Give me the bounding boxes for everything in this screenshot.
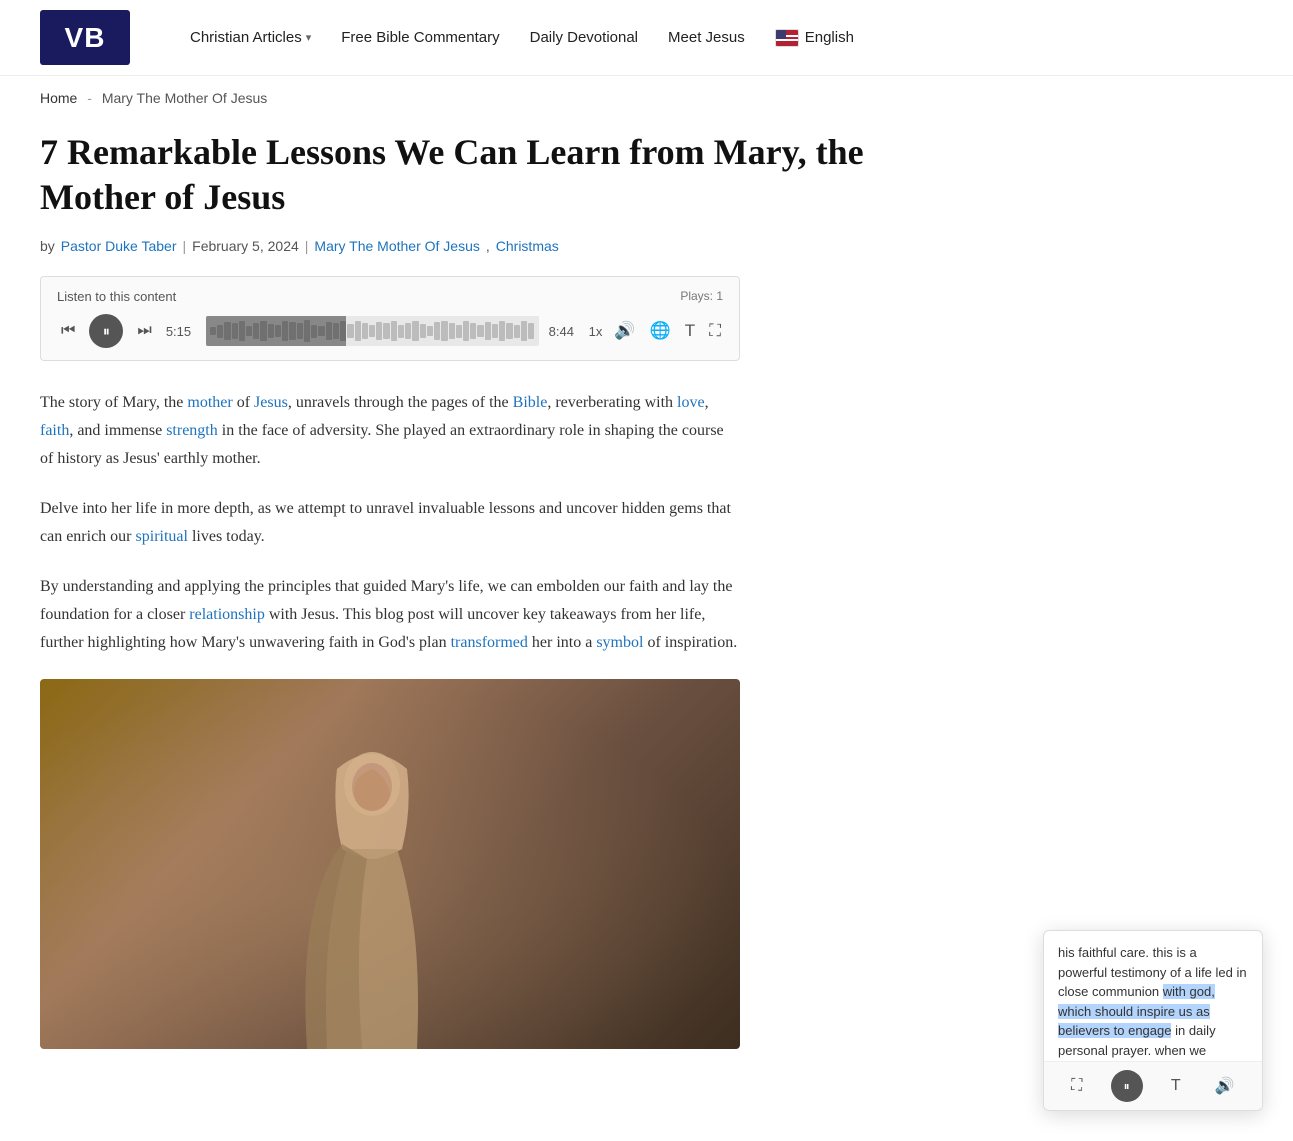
link-jesus[interactable]: Jesus [254,394,288,411]
popup-text-before: his faithful care. this is a powerful te… [1058,945,1247,999]
link-faith[interactable]: faith [40,422,69,439]
nav-label: Daily Devotional [530,29,638,46]
link-love[interactable]: love [677,394,705,411]
article-date: February 5, 2024 [192,238,299,254]
nav-links: Christian Articles ▾ Free Bible Commenta… [190,29,1253,47]
audio-player: Listen to this content ⏮ ⏸ ⏭ 5:15 8:44 1… [40,276,740,361]
popup-text: his faithful care. this is a powerful te… [1044,931,1262,1061]
breadcrumb-current: Mary The Mother Of Jesus [102,90,267,106]
breadcrumb: Home - Mary The Mother Of Jesus [0,76,1293,120]
figure-silhouette [282,729,462,1049]
nav-label: Christian Articles [190,29,302,46]
chevron-down-icon: ▾ [306,31,312,44]
paragraph-2: Delve into her life in more depth, as we… [40,495,740,551]
rewind-button[interactable]: ⏮ [57,320,79,342]
popup-pause-icon: ⏸ [1124,1079,1130,1094]
fast-forward-button[interactable]: ⏭ [133,320,155,342]
pause-icon: ⏸ [103,323,110,340]
link-spiritual[interactable]: spiritual [136,528,188,545]
article-body: The story of Mary, the mother of Jesus, … [40,389,740,657]
tag1-link[interactable]: Mary The Mother Of Jesus [314,238,479,254]
nav-item-meet-jesus[interactable]: Meet Jesus [668,29,745,46]
plays-count: Plays: 1 [680,289,723,303]
language-audio-button[interactable]: 🌐 [648,319,673,343]
audio-label: Listen to this content [57,289,723,304]
text-size-button[interactable]: T [683,319,697,343]
article-image [40,679,740,1049]
language-label: English [805,29,854,46]
nav-item-daily-devotional[interactable]: Daily Devotional [530,29,638,46]
article-meta: by Pastor Duke Taber | February 5, 2024 … [40,238,900,254]
speed-button[interactable]: 1x [589,324,603,339]
meta-sep2: | [305,238,309,254]
flag-icon [775,29,799,47]
link-strength[interactable]: strength [166,422,218,439]
popup-pause-button[interactable]: ⏸ [1111,1070,1143,1102]
volume-button[interactable]: 🔊 [612,319,637,343]
fullscreen-button[interactable]: ⛶ [707,319,723,343]
current-time: 5:15 [166,324,196,339]
breadcrumb-separator: - [87,90,92,106]
nav-item-free-bible-commentary[interactable]: Free Bible Commentary [341,29,499,46]
popup-controls: ⛶ ⏸ T 🔊 [1044,1061,1262,1110]
by-label: by [40,238,55,254]
navbar: VB Christian Articles ▾ Free Bible Comme… [0,0,1293,76]
language-selector[interactable]: English [775,29,854,47]
floating-popup: his faithful care. this is a powerful te… [1043,930,1263,1111]
popup-text-button[interactable]: T [1165,1073,1187,1099]
link-relationship[interactable]: relationship [189,606,265,623]
pause-button[interactable]: ⏸ [89,314,123,348]
main-content: 7 Remarkable Lessons We Can Learn from M… [0,120,940,1089]
popup-screen-button[interactable]: ⛶ [1065,1073,1088,1099]
link-symbol[interactable]: symbol [596,634,643,651]
article-title: 7 Remarkable Lessons We Can Learn from M… [40,130,900,220]
breadcrumb-home[interactable]: Home [40,90,77,106]
paragraph-1: The story of Mary, the mother of Jesus, … [40,389,740,473]
author-link[interactable]: Pastor Duke Taber [61,238,177,254]
popup-volume-button[interactable]: 🔊 [1209,1072,1241,1100]
flag-canton [776,30,786,39]
meta-sep1: | [183,238,187,254]
waveform-bars [206,316,539,346]
end-time: 8:44 [549,324,579,339]
link-transformed[interactable]: transformed [451,634,528,651]
site-logo[interactable]: VB [40,10,130,65]
logo-text: VB [65,22,106,54]
nav-label: Meet Jesus [668,29,745,46]
nav-item-christian-articles[interactable]: Christian Articles ▾ [190,29,311,46]
audio-waveform[interactable] [206,316,539,346]
audio-controls: ⏮ ⏸ ⏭ 5:15 8:44 1x 🔊 🌐 T ⛶ [57,314,723,348]
nav-label: Free Bible Commentary [341,29,499,46]
link-bible[interactable]: Bible [513,394,548,411]
link-mother[interactable]: mother [187,394,232,411]
paragraph-3: By understanding and applying the princi… [40,573,740,657]
tag2-link[interactable]: Christmas [496,238,559,254]
